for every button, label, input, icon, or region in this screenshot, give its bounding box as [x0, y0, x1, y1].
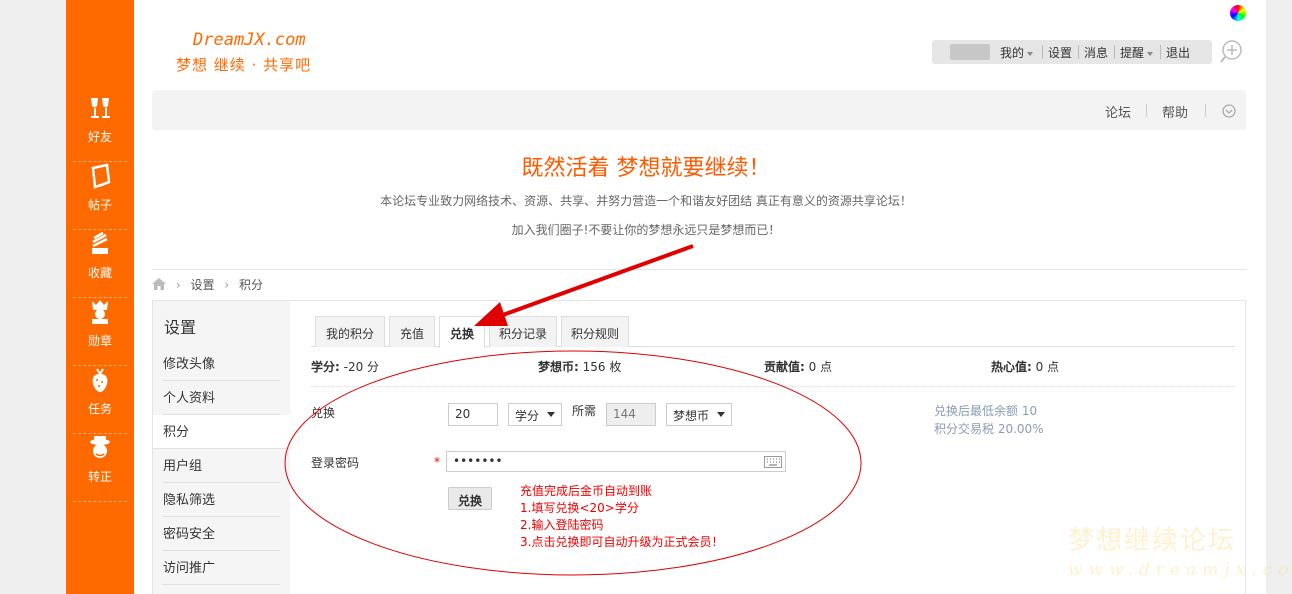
sidebar-item-favorites[interactable]: 收藏 — [73, 230, 127, 298]
tab-points-rules[interactable]: 积分规则 — [561, 316, 629, 347]
breadcrumb-separator-icon: › — [224, 278, 230, 292]
watermark-cn: 梦想继续论坛 — [1068, 526, 1237, 556]
logout-link[interactable]: 退出 — [1166, 44, 1190, 61]
breadcrumb-points[interactable]: 积分 — [239, 278, 263, 292]
from-unit-value: 学分 — [515, 409, 540, 423]
stat-contribution: 贡献值: 0 点 — [764, 358, 832, 375]
logo-tagline: 梦想 继续 · 共享吧 — [176, 56, 312, 74]
nav-forum[interactable]: 论坛 — [1105, 102, 1131, 121]
annotation-note: 充值完成后金币自动到账 — [520, 484, 653, 498]
to-unit-select[interactable]: 梦想币 — [666, 403, 732, 426]
chevron-down-icon — [1027, 51, 1034, 56]
banner-slogan: 既然活着 梦想就要继续！ — [521, 156, 771, 181]
stat-label: 热心值: — [991, 360, 1032, 374]
settings-link[interactable]: 设置 — [1048, 44, 1072, 61]
divider — [311, 386, 1235, 387]
divider — [1114, 45, 1115, 59]
annotation-note: 2.输入登陆密码 — [520, 518, 604, 532]
menu-item-promotion[interactable]: 访问推广 — [163, 551, 280, 585]
watermark-en: www.dreamjx.com — [1068, 560, 1292, 580]
divider — [1205, 104, 1206, 117]
stat-credits: 学分: -20 分 — [311, 358, 379, 375]
from-unit-select[interactable]: 学分 — [508, 403, 562, 426]
menu-item-usergroup[interactable]: 用户组 — [163, 449, 280, 483]
avatar[interactable] — [950, 44, 990, 60]
sidebar-item-upgrade[interactable]: 转正 — [73, 434, 127, 502]
zoom-in-icon[interactable] — [1219, 39, 1245, 65]
menu-item-points[interactable]: 积分 — [153, 415, 290, 449]
tab-points-log[interactable]: 积分记录 — [489, 316, 557, 347]
tasks-icon — [92, 368, 108, 392]
sidebar-item-label: 好友 — [87, 130, 112, 144]
user-bar: 我的 设置 消息 提醒 退出 — [932, 40, 1212, 64]
chevron-down-icon — [1147, 51, 1154, 56]
stat-value: -20 分 — [343, 360, 380, 374]
to-unit-value: 梦想币 — [673, 409, 710, 423]
color-wheel-icon[interactable] — [1230, 5, 1246, 21]
logo-text[interactable]: DreamJX.com — [193, 30, 306, 50]
upgrade-icon — [90, 436, 110, 458]
annotation-note: 3.点击兑换即可自动升级为正式会员！ — [520, 535, 724, 549]
divider — [1042, 45, 1043, 59]
sidebar-item-label: 转正 — [87, 470, 112, 484]
my-menu[interactable]: 我的 — [1000, 44, 1034, 61]
breadcrumb-separator-icon: › — [175, 278, 181, 292]
menu-item-avatar[interactable]: 修改头像 — [163, 347, 280, 381]
sidebar-item-tasks[interactable]: 任务 — [73, 366, 127, 434]
exchange-amount-input[interactable]: 20 — [448, 403, 498, 426]
keyboard-icon[interactable] — [764, 456, 782, 468]
breadcrumb: › 设置 › 积分 — [152, 276, 269, 293]
dropdown-arrow-icon — [717, 412, 725, 417]
tab-my-points[interactable]: 我的积分 — [315, 316, 385, 347]
stat-label: 梦想币: — [538, 360, 579, 374]
my-menu-label: 我的 — [1000, 46, 1025, 60]
password-label: 登录密码 — [311, 456, 360, 470]
menu-item-password[interactable]: 密码安全 — [163, 517, 280, 551]
banner-description: 本论坛专业致力网络技术、资源、共享、并努力营造一个和谐友好团结 真正有意义的资源… — [380, 194, 912, 208]
expand-icon[interactable] — [1222, 104, 1236, 118]
divider — [1160, 45, 1161, 59]
stat-value: 0 点 — [1035, 360, 1060, 374]
breadcrumb-settings[interactable]: 设置 — [190, 278, 214, 292]
tab-exchange[interactable]: 兑换 — [439, 316, 485, 348]
reminders-label: 提醒 — [1120, 46, 1145, 60]
required-label: 所需 — [572, 404, 597, 418]
stat-label: 学分: — [311, 360, 340, 374]
divider — [1078, 45, 1079, 59]
divider — [152, 269, 1246, 270]
friends-icon — [91, 98, 110, 118]
nav-help[interactable]: 帮助 — [1162, 102, 1188, 121]
nav-strip: 论坛 帮助 — [152, 90, 1246, 130]
annotation-note: 1.填写兑换<20>学分 — [520, 501, 639, 515]
reminders-menu[interactable]: 提醒 — [1120, 44, 1154, 61]
stat-label: 贡献值: — [764, 360, 805, 374]
menu-item-profile[interactable]: 个人资料 — [163, 381, 280, 415]
settings-menu-title: 设置 — [164, 318, 197, 337]
sidebar-item-label: 勋章 — [87, 334, 112, 348]
stat-dream-coins: 梦想币: 156 枚 — [538, 358, 621, 375]
required-amount-field: 144 — [606, 403, 656, 426]
left-sidebar: 好友 帖子 收藏 勋章 任务 转正 — [66, 0, 134, 594]
tax-hint: 积分交易税 20.00% — [934, 422, 1044, 436]
home-icon[interactable] — [152, 278, 166, 290]
sidebar-item-label: 收藏 — [87, 266, 112, 280]
divider — [1146, 104, 1147, 117]
tab-recharge[interactable]: 充值 — [389, 316, 435, 347]
stat-enthusiasm: 热心值: 0 点 — [991, 358, 1059, 375]
sidebar-item-medals[interactable]: 勋章 — [73, 298, 127, 366]
messages-link[interactable]: 消息 — [1084, 44, 1108, 61]
stat-value: 156 枚 — [582, 360, 622, 374]
min-balance-hint: 兑换后最低余额 10 — [934, 404, 1038, 418]
exchange-submit-button[interactable]: 兑换 — [448, 487, 492, 510]
required-mark: * — [434, 455, 440, 469]
password-field[interactable]: ••••••• — [446, 451, 786, 472]
sidebar-item-label: 任务 — [87, 402, 112, 416]
banner-invite: 加入我们圈子!不要让你的梦想永远只是梦想而已！ — [511, 223, 781, 237]
dropdown-arrow-icon — [547, 412, 555, 417]
medal-icon — [92, 300, 108, 324]
exchange-label: 兑换 — [311, 406, 336, 420]
menu-item-privacy[interactable]: 隐私筛选 — [163, 483, 280, 517]
stat-value: 0 点 — [808, 360, 833, 374]
